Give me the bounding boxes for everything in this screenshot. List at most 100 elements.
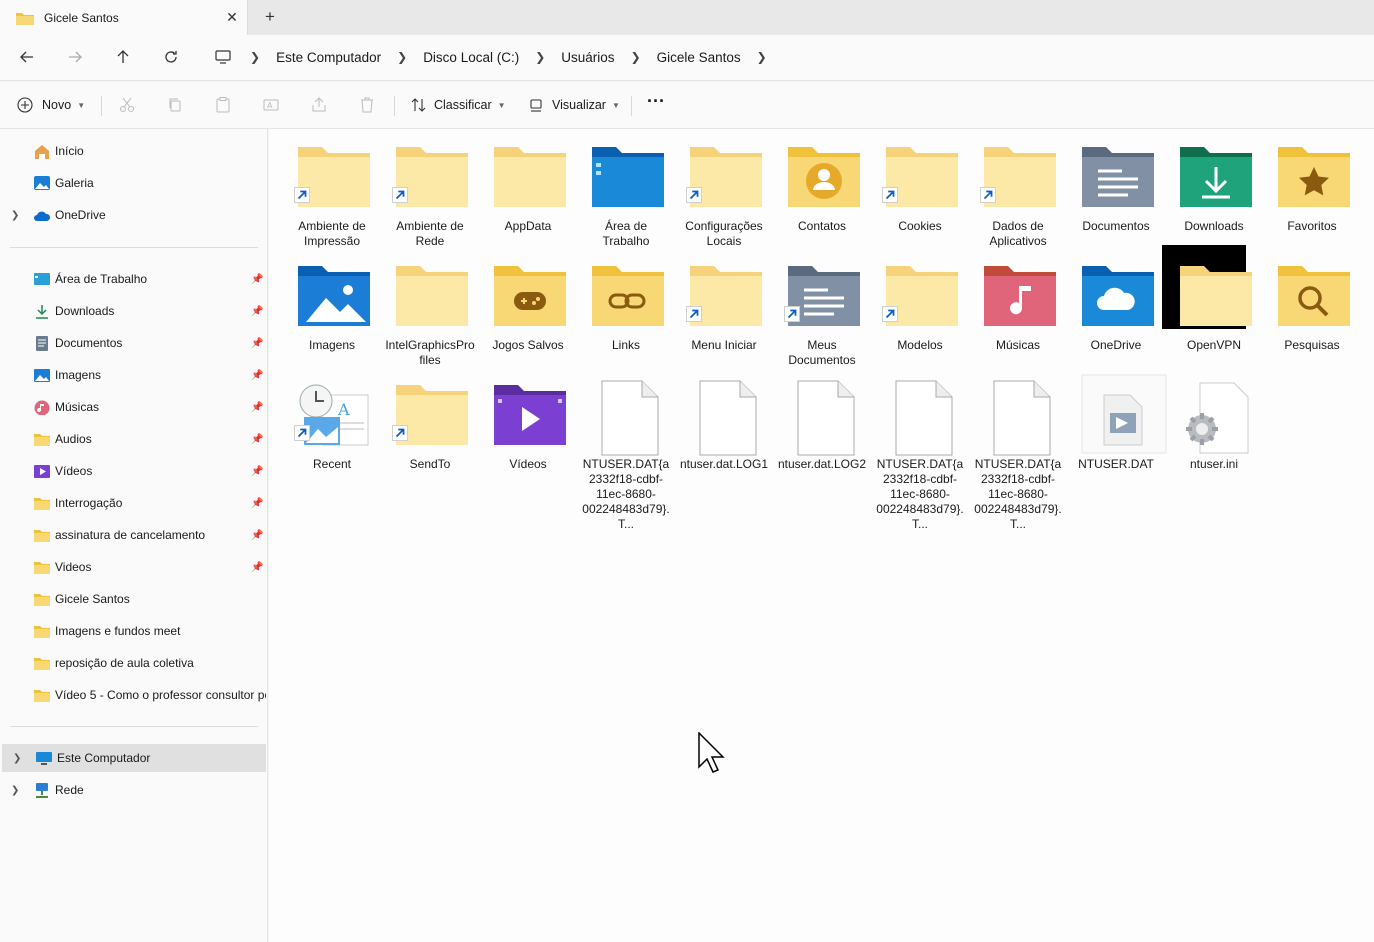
folder-item[interactable]: Dados de Aplicativos	[972, 129, 1064, 248]
pin-icon[interactable]: 📌	[251, 498, 263, 509]
forward-button[interactable]	[59, 43, 91, 71]
new-tab-button[interactable]: +	[258, 6, 282, 28]
pin-icon[interactable]: 📌	[251, 466, 263, 477]
breadcrumb-item[interactable]: Disco Local (C:)	[415, 50, 527, 65]
sidebar-item-network[interactable]: ❯ Rede	[0, 776, 266, 804]
folder-item[interactable]: NTUSER.DAT	[1070, 367, 1167, 485]
folder-item[interactable]: Downloads	[1168, 129, 1260, 247]
pin-icon[interactable]: 📌	[251, 338, 263, 349]
pin-icon[interactable]: 📌	[251, 402, 263, 413]
folder-item[interactable]: OpenVPN	[1162, 245, 1260, 366]
item-name: ntuser.dat.LOG1	[679, 457, 769, 471]
sidebar-item-quick-access[interactable]: Interrogação 📌	[0, 489, 266, 517]
breadcrumb-item[interactable]: Usuários	[553, 50, 622, 65]
image-icon	[34, 369, 50, 382]
sidebar-item-computer[interactable]: ❯ Este Computador	[2, 744, 266, 772]
music-folder-icon	[984, 266, 1056, 326]
cut-icon[interactable]	[118, 96, 136, 114]
new-button[interactable]: Novo ▼	[16, 92, 85, 118]
sidebar-item-quick-access[interactable]: Downloads 📌	[0, 297, 266, 325]
sidebar-item-quick-access[interactable]: Vídeo 5 - Como o professor consultor pod…	[0, 681, 266, 709]
folder-item[interactable]: Cookies	[874, 129, 966, 247]
folder-item[interactable]: Vídeos	[482, 367, 574, 485]
folder-item[interactable]: Pesquisas	[1266, 248, 1358, 366]
pin-icon[interactable]: 📌	[251, 306, 263, 317]
file-item[interactable]: NTUSER.DAT{a2332f18-cdbf-11ec-8680-00224…	[580, 367, 672, 531]
item-name: Recent	[312, 457, 352, 471]
pin-icon[interactable]: 📌	[251, 434, 263, 445]
folder-item[interactable]: Contatos	[776, 129, 868, 247]
folder-item[interactable]: OneDrive	[1070, 248, 1162, 366]
folder-item[interactable]: IntelGraphicsProfiles	[384, 248, 476, 367]
folder-item[interactable]: SendTo	[384, 367, 476, 485]
folder-item[interactable]: Ambiente de Rede	[384, 129, 476, 248]
view-button[interactable]: Visualizar ▼	[528, 92, 620, 118]
folder-icon	[494, 147, 566, 207]
pin-icon[interactable]: 📌	[251, 530, 263, 541]
sidebar-item-label: OneDrive	[55, 208, 106, 222]
breadcrumb-item[interactable]: Gicele Santos	[649, 50, 749, 65]
folder-item[interactable]: Músicas	[972, 248, 1064, 366]
sidebar-item-quick-access[interactable]: Área de Trabalho 📌	[0, 265, 266, 293]
mouse-cursor-icon	[698, 732, 725, 773]
breadcrumb[interactable]: ❯ Este Computador ❯ Disco Local (C:) ❯ U…	[202, 40, 1370, 74]
chevron-right-icon: ❯	[250, 50, 261, 64]
folder-item[interactable]: ntuser.ini	[1168, 367, 1260, 485]
item-name: NTUSER.DAT{a2332f18-cdbf-11ec-8680-00224…	[974, 457, 1062, 531]
file-item[interactable]: NTUSER.DAT{a2332f18-cdbf-11ec-8680-00224…	[972, 367, 1064, 531]
sidebar-item-home[interactable]: Início	[0, 137, 266, 165]
sidebar-item-quick-access[interactable]: assinatura de cancelamento 📌	[0, 521, 266, 549]
paste-icon[interactable]	[214, 96, 232, 114]
sidebar-item-quick-access[interactable]: reposição de aula coletiva	[0, 649, 266, 677]
folder-icon	[34, 658, 50, 670]
refresh-icon	[165, 51, 177, 63]
back-button[interactable]	[11, 43, 43, 71]
folder-item[interactable]: Favoritos	[1266, 129, 1358, 247]
sidebar-item-quick-access[interactable]: Documentos 📌	[0, 329, 266, 357]
shortcut-arrow-icon	[686, 306, 702, 322]
sidebar-item-label: Videos	[55, 560, 92, 574]
sidebar-item-quick-access[interactable]: Audios 📌	[0, 425, 266, 453]
folder-item[interactable]: AppData	[482, 129, 574, 247]
folder-item[interactable]: Menu Iniciar	[678, 248, 770, 366]
folder-item[interactable]: Modelos	[874, 248, 966, 366]
folder-item[interactable]: Ambiente de Impressão	[286, 129, 378, 248]
more-options-button[interactable]: ···	[647, 88, 665, 114]
sidebar-item-quick-access[interactable]: Gicele Santos	[0, 585, 266, 613]
pin-icon[interactable]: 📌	[251, 562, 263, 573]
refresh-button[interactable]	[155, 43, 187, 71]
breadcrumb-item[interactable]: Este Computador	[268, 50, 389, 65]
file-item[interactable]: ntuser.dat.LOG2	[776, 367, 868, 485]
folder-item[interactable]: Meus Documentos	[776, 248, 868, 367]
folder-item[interactable]: Jogos Salvos	[482, 248, 574, 366]
sidebar-item-cloud[interactable]: ❯ OneDrive	[0, 201, 266, 229]
share-icon[interactable]	[310, 96, 328, 114]
sidebar-item-quick-access[interactable]: Vídeos 📌	[0, 457, 266, 485]
folder-item[interactable]: Documentos	[1070, 129, 1162, 247]
sidebar-item-quick-access[interactable]: Videos 📌	[0, 553, 266, 581]
delete-icon[interactable]	[358, 96, 376, 114]
sidebar-item-quick-access[interactable]: Imagens e fundos meet	[0, 617, 266, 645]
copy-icon[interactable]	[166, 96, 184, 114]
item-name: NTUSER.DAT{a2332f18-cdbf-11ec-8680-00224…	[876, 457, 964, 531]
item-name: Jogos Salvos	[492, 338, 564, 352]
file-item[interactable]: ntuser.dat.LOG1	[678, 367, 770, 485]
folder-item[interactable]: Configurações Locais	[678, 129, 770, 248]
folder-item[interactable]: Imagens	[286, 248, 378, 366]
folder-item[interactable]: Links	[580, 248, 672, 366]
up-button[interactable]	[107, 43, 139, 71]
tab-gicele-santos[interactable]: Gicele Santos ✕	[0, 0, 248, 35]
file-item[interactable]: NTUSER.DAT{a2332f18-cdbf-11ec-8680-00224…	[874, 367, 966, 531]
close-tab-button[interactable]: ✕	[217, 9, 247, 26]
sidebar-item-quick-access[interactable]: Músicas 📌	[0, 393, 266, 421]
file-icon	[699, 380, 757, 456]
folder-item[interactable]: Área de Trabalho	[580, 129, 672, 248]
pin-icon[interactable]: 📌	[251, 274, 263, 285]
pin-icon[interactable]: 📌	[251, 370, 263, 381]
folder-item[interactable]: A Recent	[286, 367, 378, 485]
sidebar-item-quick-access[interactable]: Imagens 📌	[0, 361, 266, 389]
sort-button[interactable]: Classificar ▼	[410, 92, 506, 118]
rename-icon[interactable]: A	[262, 96, 280, 114]
item-name: ntuser.ini	[1189, 457, 1239, 471]
sidebar-item-gallery[interactable]: Galeria	[0, 169, 266, 197]
